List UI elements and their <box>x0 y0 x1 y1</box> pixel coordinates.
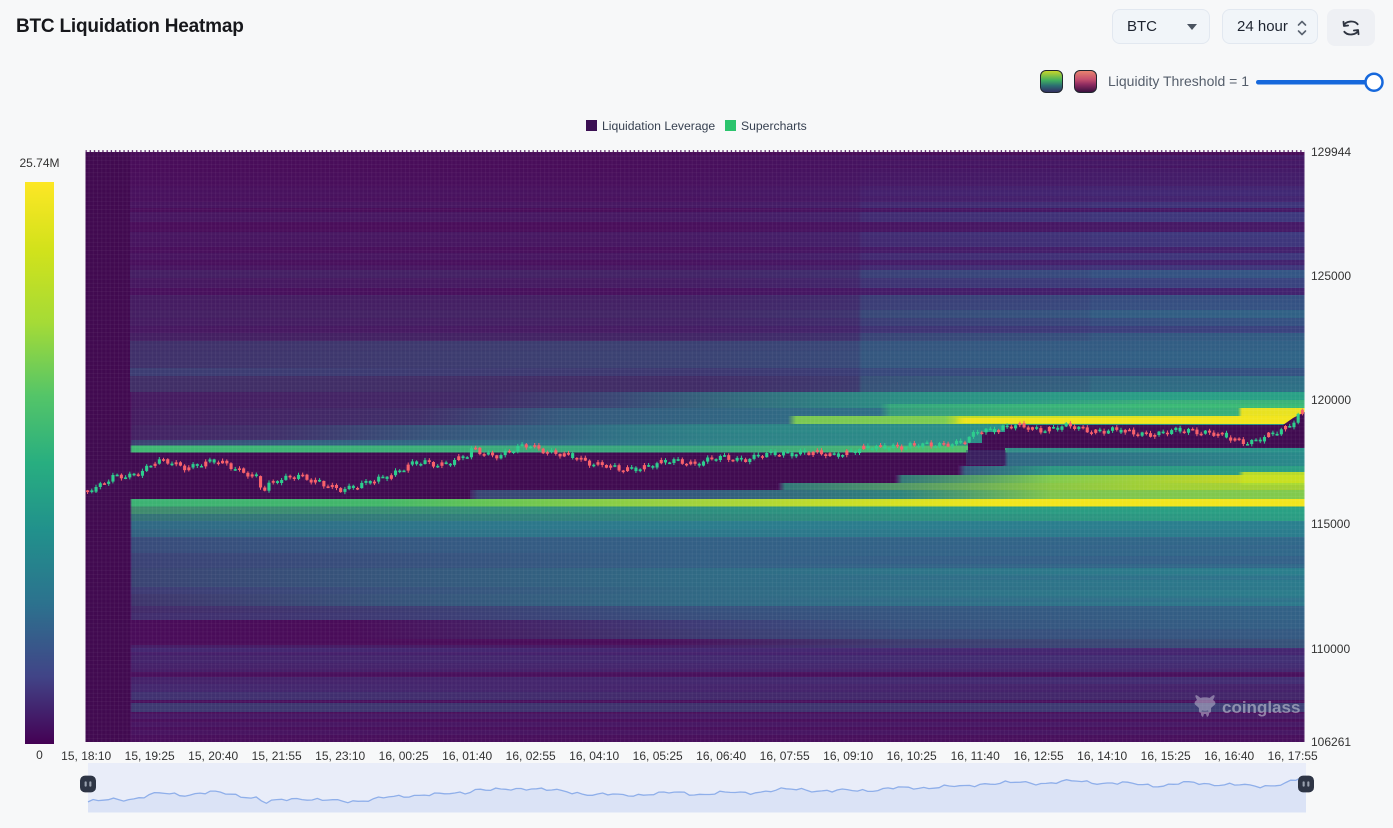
svg-text:25.74M: 25.74M <box>19 156 59 170</box>
svg-text:16, 00:25: 16, 00:25 <box>379 749 429 763</box>
svg-text:125000: 125000 <box>1311 269 1351 283</box>
svg-text:115000: 115000 <box>1311 517 1350 531</box>
svg-text:15, 18:10: 15, 18:10 <box>61 749 111 763</box>
svg-text:coinglass: coinglass <box>1222 698 1300 717</box>
svg-text:15, 23:10: 15, 23:10 <box>315 749 365 763</box>
svg-text:129944: 129944 <box>1311 145 1351 159</box>
svg-text:16, 05:25: 16, 05:25 <box>633 749 683 763</box>
svg-text:15, 21:55: 15, 21:55 <box>252 749 302 763</box>
svg-text:16, 15:25: 16, 15:25 <box>1141 749 1191 763</box>
svg-text:16, 17:55: 16, 17:55 <box>1268 749 1318 763</box>
svg-text:16, 01:40: 16, 01:40 <box>442 749 492 763</box>
svg-text:16, 04:10: 16, 04:10 <box>569 749 619 763</box>
svg-text:120000: 120000 <box>1311 393 1351 407</box>
svg-text:15, 20:40: 15, 20:40 <box>188 749 238 763</box>
svg-text:110000: 110000 <box>1311 642 1350 656</box>
svg-text:16, 10:25: 16, 10:25 <box>887 749 937 763</box>
svg-text:16, 14:10: 16, 14:10 <box>1077 749 1127 763</box>
svg-text:16, 09:10: 16, 09:10 <box>823 749 873 763</box>
svg-text:106261: 106261 <box>1311 735 1351 749</box>
svg-text:16, 02:55: 16, 02:55 <box>506 749 556 763</box>
svg-text:16, 11:40: 16, 11:40 <box>951 749 1000 763</box>
svg-text:15, 19:25: 15, 19:25 <box>125 749 175 763</box>
svg-text:16, 12:55: 16, 12:55 <box>1014 749 1064 763</box>
svg-text:16, 16:40: 16, 16:40 <box>1204 749 1254 763</box>
svg-text:16, 06:40: 16, 06:40 <box>696 749 746 763</box>
svg-text:16, 07:55: 16, 07:55 <box>760 749 810 763</box>
svg-text:0: 0 <box>36 748 43 762</box>
